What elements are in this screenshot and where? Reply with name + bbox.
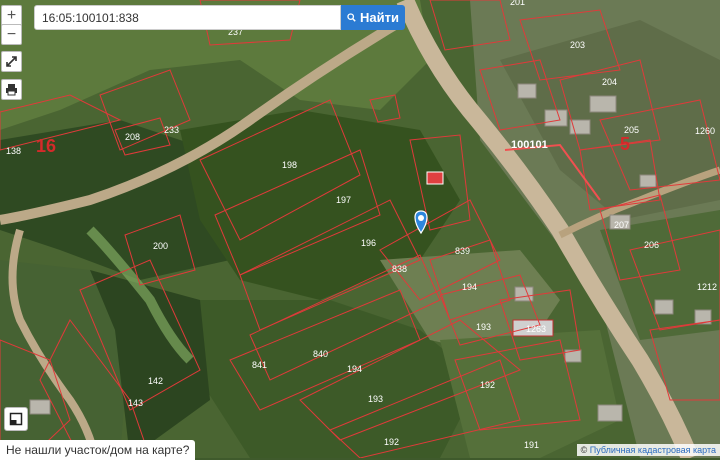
print-button[interactable] [1,79,22,100]
parcel-label: 143 [128,398,143,408]
search-input-value: 16:05:100101:838 [42,10,139,25]
parcel-label: 838 [392,264,407,274]
zoom-out-button[interactable]: − [1,24,22,45]
parcel-label: 1260 [695,126,715,136]
parcel-label: 138 [6,146,21,156]
parcel-label: 204 [602,77,617,87]
parcel-label: 840 [313,349,328,359]
parcel-label: 1263 [526,324,546,334]
parcel-label: 203 [570,40,585,50]
printer-icon [6,84,17,96]
parcel-label: 191 [524,440,539,450]
parcel-label: 193 [476,322,491,332]
parcel-label: 1212 [697,282,717,292]
parcel-label: 201 [510,0,525,7]
zoom-in-label: + [6,6,17,24]
search-button-label: Найти [360,10,399,25]
copyright-symbol: © [580,445,588,455]
parcel-label: 193 [368,394,383,404]
search-button[interactable]: Найти [341,5,405,30]
parcel-label: 142 [148,376,163,386]
parcel-label: 194 [462,282,477,292]
parcel-label: 208 [125,132,140,142]
parcel-label: 192 [480,380,495,390]
not-found-hint-link[interactable]: Не нашли участок/дом на карте? [0,440,196,460]
zoom-in-button[interactable]: + [1,5,22,26]
zoom-out-label: − [6,25,17,43]
parcel-label: 198 [282,160,297,170]
parcel-label: 192 [384,437,399,447]
attribution-link[interactable]: Публичная кадастровая карта [590,445,716,455]
search-icon [347,13,356,22]
layers-button[interactable] [4,407,28,431]
quarter-label: 5 [620,134,630,154]
hint-text: Не нашли участок/дом на карте? [6,443,190,457]
parcel-label: 839 [455,246,470,256]
layers-icon [9,412,23,426]
cadastral-block-label: 100101 [511,139,548,151]
parcel-label: 197 [336,195,351,205]
parcel-label: 200 [153,241,168,251]
expand-icon [6,56,17,67]
satellite-map[interactable]: 201 203 204 205 237 208 233 138 198 197 … [0,0,720,458]
parcel-label: 206 [644,240,659,250]
fullscreen-button[interactable] [1,51,22,72]
parcel-label: 194 [347,364,362,374]
parcel-label: 841 [252,360,267,370]
map-attribution: © Публичная кадастровая карта [576,444,720,456]
parcel-label: 207 [614,220,629,230]
cadastral-search-input[interactable]: 16:05:100101:838 [34,5,341,30]
quarter-label: 16 [36,136,56,156]
parcel-label: 196 [361,238,376,248]
parcel-label: 233 [164,125,179,135]
